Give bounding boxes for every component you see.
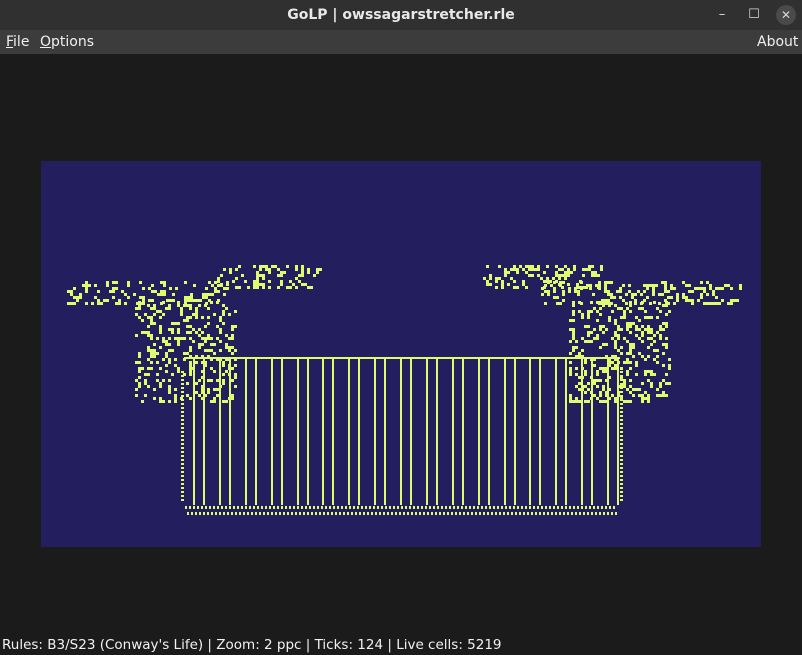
menu-file-mnemonic: F — [6, 34, 14, 50]
menu-about[interactable]: About — [757, 33, 798, 51]
life-board[interactable] — [41, 161, 761, 547]
menu-options-mnemonic: O — [40, 34, 52, 50]
window-title: GoLP | owssagarstretcher.rle — [287, 7, 515, 23]
status-bar: Rules: B3/S23 (Conway's Life) | Zoom: 2 … — [0, 636, 802, 655]
menu-file[interactable]: File — [6, 33, 29, 51]
simulation-viewport[interactable] — [0, 54, 802, 634]
menu-options-label: ptions — [51, 34, 95, 50]
minimize-icon[interactable]: – — [712, 5, 732, 25]
menu-bar: File Options About — [0, 30, 802, 54]
cell-grid — [67, 265, 742, 515]
maximize-icon[interactable]: ☐ — [744, 5, 764, 25]
title-bar: GoLP | owssagarstretcher.rle – ☐ ✕ — [0, 0, 802, 30]
menu-options[interactable]: Options — [40, 33, 94, 51]
status-text: Rules: B3/S23 (Conway's Life) | Zoom: 2 … — [2, 637, 502, 653]
close-icon[interactable]: ✕ — [776, 5, 796, 25]
menu-file-label: ile — [13, 34, 30, 50]
live-cells — [67, 265, 742, 515]
